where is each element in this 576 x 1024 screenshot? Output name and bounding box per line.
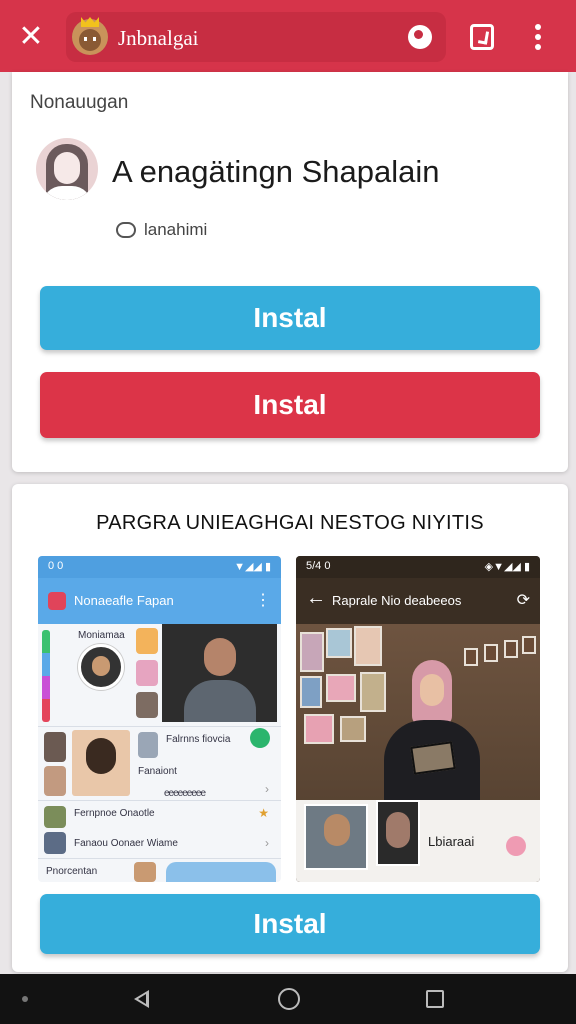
wall-photo	[354, 626, 382, 666]
wall-photo	[484, 644, 498, 662]
chat-icon	[116, 222, 136, 238]
screenshots-card: PARGRA UNIEAGHGAI NESTOG NIYITIS 0 0 ▼◢◢…	[12, 484, 568, 972]
back-arrow-icon: ←	[306, 587, 326, 609]
wall-photo	[522, 636, 536, 654]
thumbnail	[166, 862, 276, 882]
thumbnail	[304, 804, 368, 870]
chevron-right-icon: ›	[265, 836, 269, 850]
app-title: A enagätingn Shapalain	[112, 154, 440, 189]
wall-photo	[464, 648, 478, 666]
wall-photo	[326, 674, 356, 702]
thumbnail	[44, 806, 66, 828]
url-text: Jnbnalgai	[118, 26, 199, 50]
thumbnail	[136, 660, 158, 686]
app-bar-title: Raprale Nio deabeeos	[332, 593, 462, 608]
app-bar: Nonaeafle Fapan ⋮	[38, 578, 281, 624]
screenshots-heading: PARGRA UNIEAGHGAI NESTOG NIYITIS	[96, 512, 484, 534]
thumbnail	[44, 832, 66, 854]
install-button-primary[interactable]: Instal	[40, 286, 540, 350]
wall-photo	[304, 714, 334, 744]
back-nav-icon[interactable]	[134, 990, 149, 1008]
counter-text: eeeeeeeee	[164, 788, 206, 799]
star-icon: ★	[258, 806, 269, 820]
contact-avatar	[78, 644, 124, 690]
recents-nav-icon[interactable]	[426, 990, 444, 1008]
video-call-preview	[162, 624, 277, 722]
thumbnail	[136, 692, 158, 718]
wall-photo	[326, 628, 352, 658]
heart-icon[interactable]	[506, 836, 526, 856]
list-label: Moniamaa	[78, 630, 125, 641]
status-bar: 0 0 ▼◢◢ ▮	[38, 556, 281, 578]
list-label: Pnorcentan	[46, 866, 98, 877]
app-logo-icon	[48, 592, 66, 610]
held-photo	[410, 741, 456, 775]
wall-photo	[340, 716, 366, 742]
list-label: Fernpnoe Onaotle	[74, 808, 155, 819]
install-button-bottom[interactable]: Instal	[40, 894, 540, 954]
overflow-menu-icon[interactable]	[528, 22, 548, 52]
thumbnail	[134, 862, 156, 882]
install-button-secondary[interactable]: Instal	[40, 372, 540, 438]
thumbnail	[44, 766, 66, 796]
app-bar: ← Raprale Nio deabeeos ⟳	[296, 578, 540, 624]
app-bar-title: Nonaeafle Fapan	[74, 593, 174, 608]
list-label: Fanaiont	[138, 766, 177, 777]
tabs-icon[interactable]	[470, 24, 494, 50]
contact-photo	[72, 730, 130, 796]
app-meta-text: lanahimi	[144, 220, 208, 239]
list-label: Fanaou Oonaer Wiame	[74, 838, 178, 849]
reload-icon[interactable]	[408, 25, 432, 49]
thumbnail	[138, 732, 158, 758]
browser-toolbar: ✕ Jnbnalgai	[0, 0, 576, 72]
thumbnail	[136, 628, 158, 654]
chat-bubble-icon	[250, 728, 270, 748]
home-nav-icon[interactable]	[278, 988, 300, 1010]
wall-photo	[300, 632, 324, 672]
page-subtitle: Nonauugan	[30, 92, 129, 113]
thumbnail	[44, 732, 66, 762]
wall-photo	[300, 676, 322, 708]
wall-photo	[360, 672, 386, 712]
close-icon[interactable]: ✕	[14, 20, 48, 54]
thumbnail	[376, 800, 420, 866]
indicator-dot	[22, 996, 28, 1002]
person-face	[420, 674, 444, 706]
caption-text: Lbiaraai	[428, 834, 475, 849]
wall-photo	[504, 640, 518, 658]
favicon-icon	[72, 17, 108, 55]
chevron-right-icon: ›	[265, 782, 269, 796]
sync-icon: ⟳	[516, 592, 530, 609]
avatar	[36, 138, 98, 200]
url-bar[interactable]: Jnbnalgai	[66, 12, 446, 62]
screenshot-1[interactable]: 0 0 ▼◢◢ ▮ Nonaeafle Fapan ⋮ Moniamaa Fal…	[38, 556, 281, 882]
status-bar: 5/4 0 ◈▼◢◢ ▮	[296, 556, 540, 578]
overflow-menu-icon: ⋮	[255, 592, 271, 609]
category-strip	[42, 630, 50, 722]
screenshot-2[interactable]: 5/4 0 ◈▼◢◢ ▮ ← Raprale Nio deabeeos ⟳ Lb…	[296, 556, 540, 882]
system-navigation-bar	[0, 974, 576, 1024]
app-info-card: Nonauugan A enagätingn Shapalain lanahim…	[12, 72, 568, 472]
list-label: Falrnns fiovcia	[166, 734, 231, 745]
